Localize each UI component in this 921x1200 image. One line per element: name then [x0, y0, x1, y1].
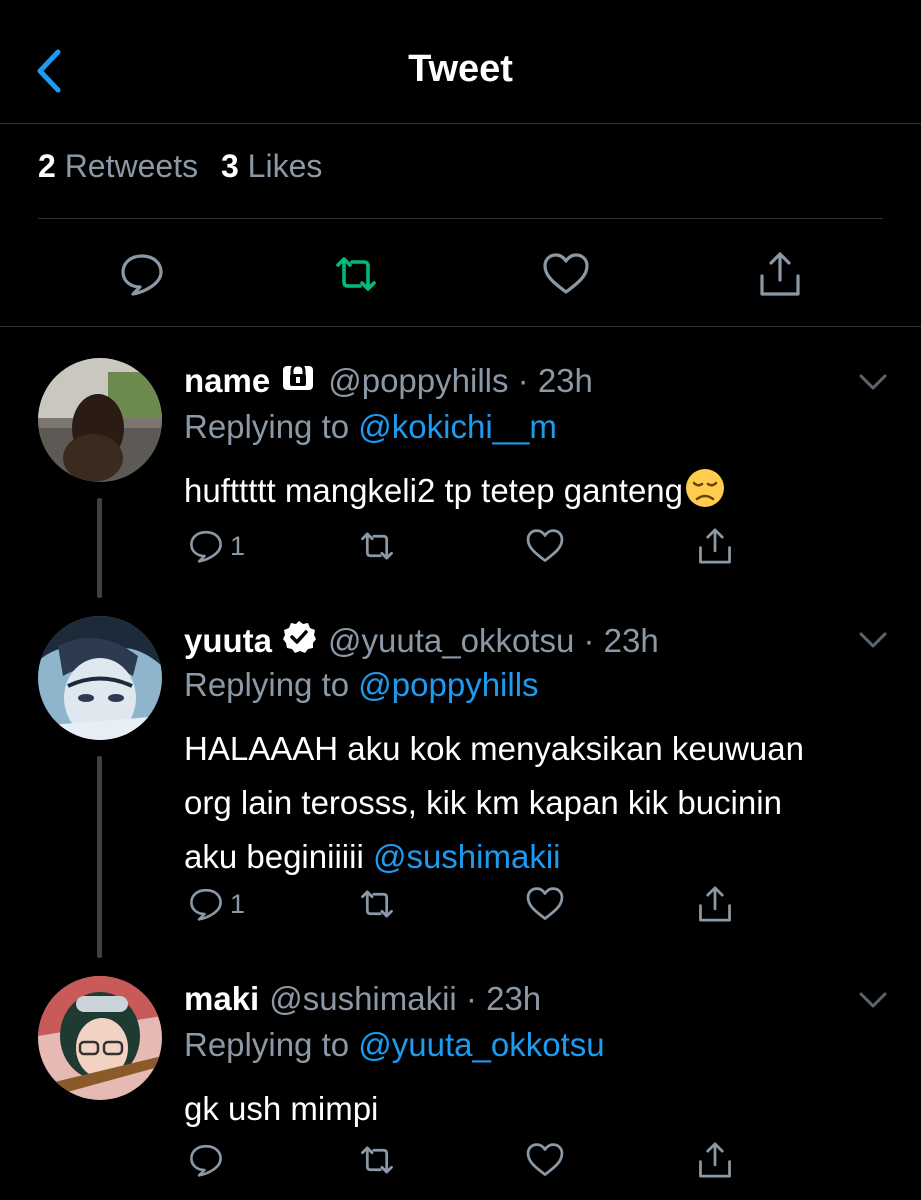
- tweet-mention[interactable]: @sushimakii: [373, 838, 561, 875]
- replying-mention[interactable]: @yuuta_okkotsu: [358, 1026, 604, 1063]
- user-handle[interactable]: @sushimakii: [269, 980, 457, 1018]
- retweet-button[interactable]: [330, 248, 382, 300]
- heart-icon: [526, 1143, 564, 1176]
- share-button[interactable]: [694, 524, 736, 568]
- more-options-button[interactable]: [858, 372, 888, 392]
- retweets-label[interactable]: Retweets: [65, 148, 198, 184]
- top-nav-bar: Tweet: [0, 0, 921, 124]
- tweet-meta: yuuta @yuuta_okkotsu · 23h: [184, 620, 659, 662]
- comment-icon: [190, 888, 222, 921]
- like-button[interactable]: [524, 524, 566, 568]
- replying-label: Replying to: [184, 408, 350, 445]
- reply-count: 1: [230, 530, 246, 561]
- retweets-count[interactable]: 2: [38, 148, 56, 184]
- retweet-icon: [361, 532, 393, 560]
- tweet-stats: 2 Retweets 3 Likes: [38, 148, 322, 185]
- retweet-button[interactable]: [356, 524, 398, 568]
- share-icon: [699, 528, 731, 564]
- chevron-down-icon: [859, 632, 887, 648]
- retweet-button[interactable]: [356, 1138, 398, 1182]
- more-options-button[interactable]: [858, 990, 888, 1010]
- tweet-text-line: org lain terosss, kik km kapan kik bucin…: [184, 784, 782, 821]
- avatar[interactable]: [38, 976, 162, 1100]
- likes-count[interactable]: 3: [221, 148, 239, 184]
- avatar-photo: [38, 976, 162, 1100]
- replying-to: Replying to @kokichi__m: [184, 408, 557, 446]
- chevron-down-icon: [859, 992, 887, 1008]
- comment-icon: [190, 530, 222, 563]
- heart-icon: [526, 887, 564, 920]
- retweet-icon: [336, 257, 376, 291]
- likes-label[interactable]: Likes: [248, 148, 323, 184]
- user-handle[interactable]: @yuuta_okkotsu: [328, 622, 574, 660]
- tweet-text: gk ush mimpi: [184, 1082, 894, 1136]
- tweet-text: HALAAAH aku kok menyaksikan keuwuan org …: [184, 722, 894, 884]
- page-title: Tweet: [408, 48, 513, 90]
- share-button[interactable]: [754, 248, 806, 300]
- replying-to: Replying to @poppyhills: [184, 666, 539, 704]
- disappointed-face-emoji: [685, 468, 725, 508]
- replying-label: Replying to: [184, 666, 350, 703]
- avatar-photo: [38, 616, 162, 740]
- reply-count: 1: [230, 888, 246, 919]
- share-icon: [760, 252, 800, 296]
- heart-icon: [526, 529, 564, 562]
- replying-mention[interactable]: @poppyhills: [358, 666, 538, 703]
- stats-divider: [38, 218, 883, 219]
- like-button[interactable]: [524, 882, 566, 926]
- meta-separator: ·: [456, 980, 487, 1017]
- tweet-text-fragment: aku beginiiiii: [184, 838, 373, 875]
- replying-mention[interactable]: @kokichi__m: [358, 408, 557, 445]
- tweet-text-line: aku beginiiiii @sushimakii: [184, 830, 894, 884]
- display-name[interactable]: maki: [184, 980, 259, 1018]
- user-handle[interactable]: @poppyhills: [328, 362, 508, 400]
- tweet-text-content: gk ush mimpi: [184, 1090, 379, 1127]
- reply-actions: 1: [0, 882, 921, 932]
- retweet-icon: [361, 890, 393, 918]
- share-icon: [699, 1142, 731, 1178]
- like-button[interactable]: [524, 1138, 566, 1182]
- share-button[interactable]: [694, 1138, 736, 1182]
- tweet-meta: maki @sushimakii · 23h: [184, 980, 541, 1018]
- reply-button[interactable]: [186, 1138, 226, 1182]
- avatar[interactable]: [38, 358, 162, 482]
- reply-actions: [0, 1138, 921, 1188]
- reply-button[interactable]: 1: [186, 882, 245, 926]
- share-icon: [699, 886, 731, 922]
- tweet-meta: name @poppyhills · 23h: [184, 362, 593, 400]
- reply-button[interactable]: 1: [186, 524, 245, 568]
- display-name[interactable]: yuuta: [184, 622, 272, 660]
- chevron-down-icon: [859, 374, 887, 390]
- display-name[interactable]: name: [184, 362, 270, 400]
- actions-divider: [0, 326, 921, 327]
- like-button[interactable]: [540, 248, 592, 300]
- meta-separator: ·: [508, 362, 538, 399]
- avatar-photo: [38, 358, 162, 482]
- tweet-time[interactable]: 23h: [604, 622, 659, 660]
- retweet-icon: [361, 1146, 393, 1174]
- reply-button[interactable]: [116, 248, 168, 300]
- verified-icon: [282, 620, 317, 662]
- meta-separator: ·: [574, 622, 604, 659]
- retweet-button[interactable]: [356, 882, 398, 926]
- tweet-text: hufttttt mangkeli2 tp tetep ganteng: [184, 464, 894, 518]
- replying-to: Replying to @yuuta_okkotsu: [184, 1026, 605, 1064]
- tweet-time[interactable]: 23h: [538, 362, 593, 400]
- lock-icon: [280, 362, 316, 400]
- comment-icon: [190, 1144, 222, 1177]
- avatar[interactable]: [38, 616, 162, 740]
- share-button[interactable]: [694, 882, 736, 926]
- comment-icon: [121, 254, 163, 296]
- reply-actions: 1: [0, 524, 921, 574]
- more-options-button[interactable]: [858, 630, 888, 650]
- tweet-action-bar: [0, 242, 921, 302]
- heart-icon: [543, 253, 589, 294]
- replying-label: Replying to: [184, 1026, 350, 1063]
- tweet-text-content: hufttttt mangkeli2 tp tetep ganteng: [184, 472, 684, 509]
- tweet-text-line: HALAAAH aku kok menyaksikan keuwuan: [184, 730, 804, 767]
- tweet-time[interactable]: 23h: [486, 980, 541, 1018]
